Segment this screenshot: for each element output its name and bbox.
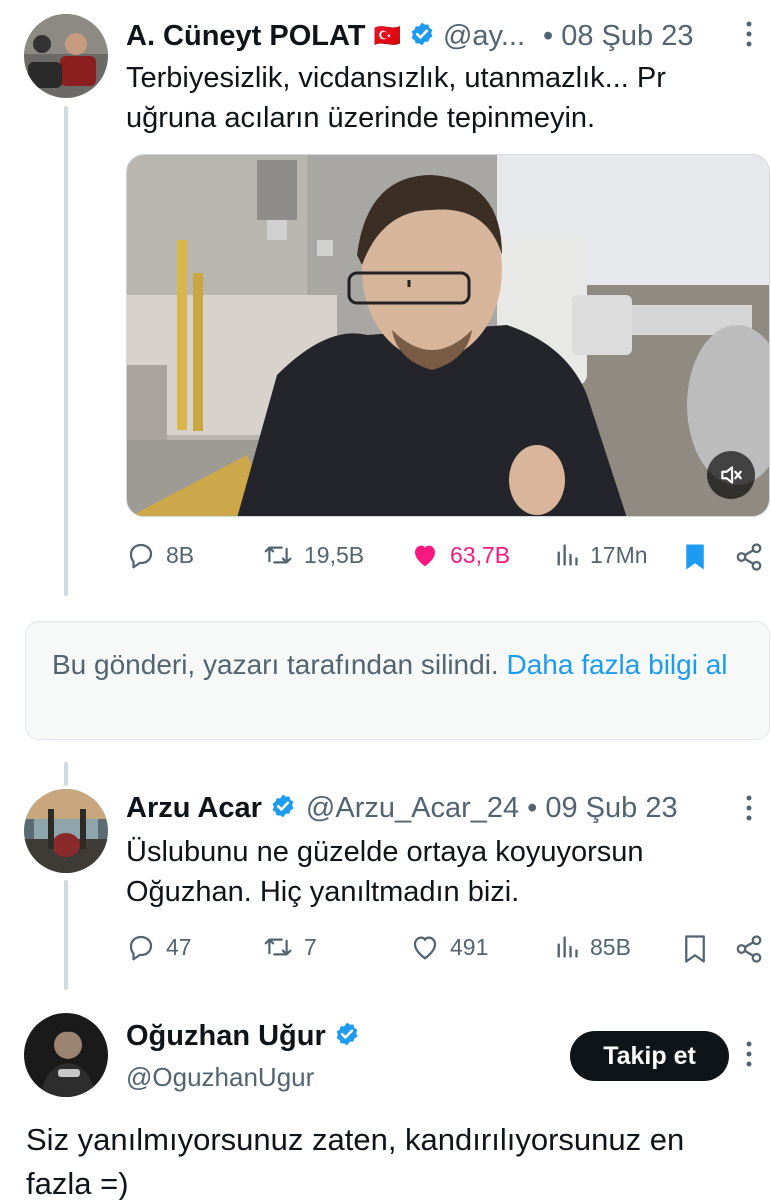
retweet-icon [264,938,292,956]
thread-line [64,880,68,990]
author-name[interactable]: A. Cüneyt POLAT [126,20,366,53]
reply-icon [129,543,153,569]
thread-line [64,762,68,786]
author-name[interactable]: Oğuzhan Uğur [126,1020,326,1053]
heart-filled-icon [415,545,435,567]
views-count: 85B [590,933,631,960]
tweet-date[interactable]: • 09 Şub 23 [527,792,677,825]
avatar-oguzhan-ugur[interactable] [24,1013,108,1097]
retweet-button[interactable]: 19,5B [262,540,364,570]
verified-badge-icon [270,793,296,824]
bookmark-icon[interactable] [682,934,708,969]
tweet2-header: Arzu Acar @Arzu_Acar_24 • 09 Şub 23 [126,788,766,828]
tweet-text-line: Oğuzhan. Hiç yanıltmadın bizi. [126,876,520,908]
author-handle[interactable]: @Arzu_Acar_24 [306,792,519,825]
retweet-count: 19,5B [304,541,365,568]
tweet2-actions: 47 7 491 85B [126,930,770,970]
video-frame [127,155,769,516]
tweet-text-line: uğruna acıların üzerinde tepinmeyin. [126,102,596,134]
like-count: 63,7B [450,541,511,568]
views-icon [557,936,578,958]
tweet1-actions: 8B 19,5B 63,7B 17Mn [126,538,770,578]
author-handle[interactable]: @OguzhanUgur [126,1062,314,1093]
reply-count: 8B [166,541,195,568]
verified-badge-icon [334,1021,360,1052]
tweet-text-line: fazla =) [26,1166,129,1200]
follow-button-label: Takip et [603,1041,696,1070]
heart-icon [413,936,437,960]
verified-badge-icon [409,21,435,52]
bookmark-filled-icon[interactable] [682,542,708,577]
like-button[interactable]: 491 [410,932,488,962]
tweet-date[interactable]: • 08 Şub 23 [543,20,693,53]
follow-button[interactable]: Takip et [570,1031,729,1081]
reply-button[interactable]: 47 [126,932,192,962]
tweet3-text: Siz yanılmıyorsunuz zaten, kandırılıyors… [26,1118,771,1200]
more-icon[interactable] [745,794,761,829]
retweet-icon [264,546,292,564]
tweet-text-line: Siz yanılmıyorsunuz zaten, kandırılıyors… [26,1122,685,1157]
reply-icon [129,935,153,961]
like-count: 491 [450,933,489,960]
tweet2-text: Üslubunu ne güzelde ortaya koyuyorsun Oğ… [126,832,766,912]
like-button[interactable]: 63,7B [410,540,510,570]
tweet1-header: A. Cüneyt POLAT 🇹🇷 @ay... • 08 Şub 23 [126,16,766,56]
reply-count: 47 [166,933,192,960]
flag-icon: 🇹🇷 [373,23,401,48]
share-icon[interactable] [734,542,764,577]
tweet-text-line: Üslubunu ne güzelde ortaya koyuyorsun [126,836,644,868]
learn-more-link[interactable]: Daha fazla bilgi al [506,649,727,680]
more-icon[interactable] [745,20,761,55]
thread-line [64,106,68,596]
deleted-notice-text: Bu gönderi, yazarı tarafından silindi. [52,649,499,680]
tweet-video[interactable] [126,154,770,517]
retweet-button[interactable]: 7 [262,932,317,962]
author-handle[interactable]: @ay... [443,20,525,53]
tweet1-text: Terbiyesizlik, vicdansızlık, utanmazlık.… [126,58,766,138]
views-icon [557,544,578,566]
mute-icon[interactable] [707,451,755,499]
share-icon[interactable] [734,934,764,969]
reply-button[interactable]: 8B [126,540,194,570]
tweet3-header: Oğuzhan Uğur [126,1016,566,1056]
avatar-arzu-acar[interactable] [24,789,108,873]
retweet-count: 7 [304,933,317,960]
author-name[interactable]: Arzu Acar [126,792,262,825]
deleted-post-notice: Bu gönderi, yazarı tarafından silindi. D… [25,621,770,740]
views-button[interactable]: 17Mn [554,540,648,570]
avatar-cuneyt-polat[interactable] [24,14,108,98]
views-button[interactable]: 85B [554,932,631,962]
views-count: 17Mn [590,541,648,568]
tweet-text-line: Terbiyesizlik, vicdansızlık, utanmazlık.… [126,62,666,94]
more-icon[interactable] [745,1040,761,1075]
